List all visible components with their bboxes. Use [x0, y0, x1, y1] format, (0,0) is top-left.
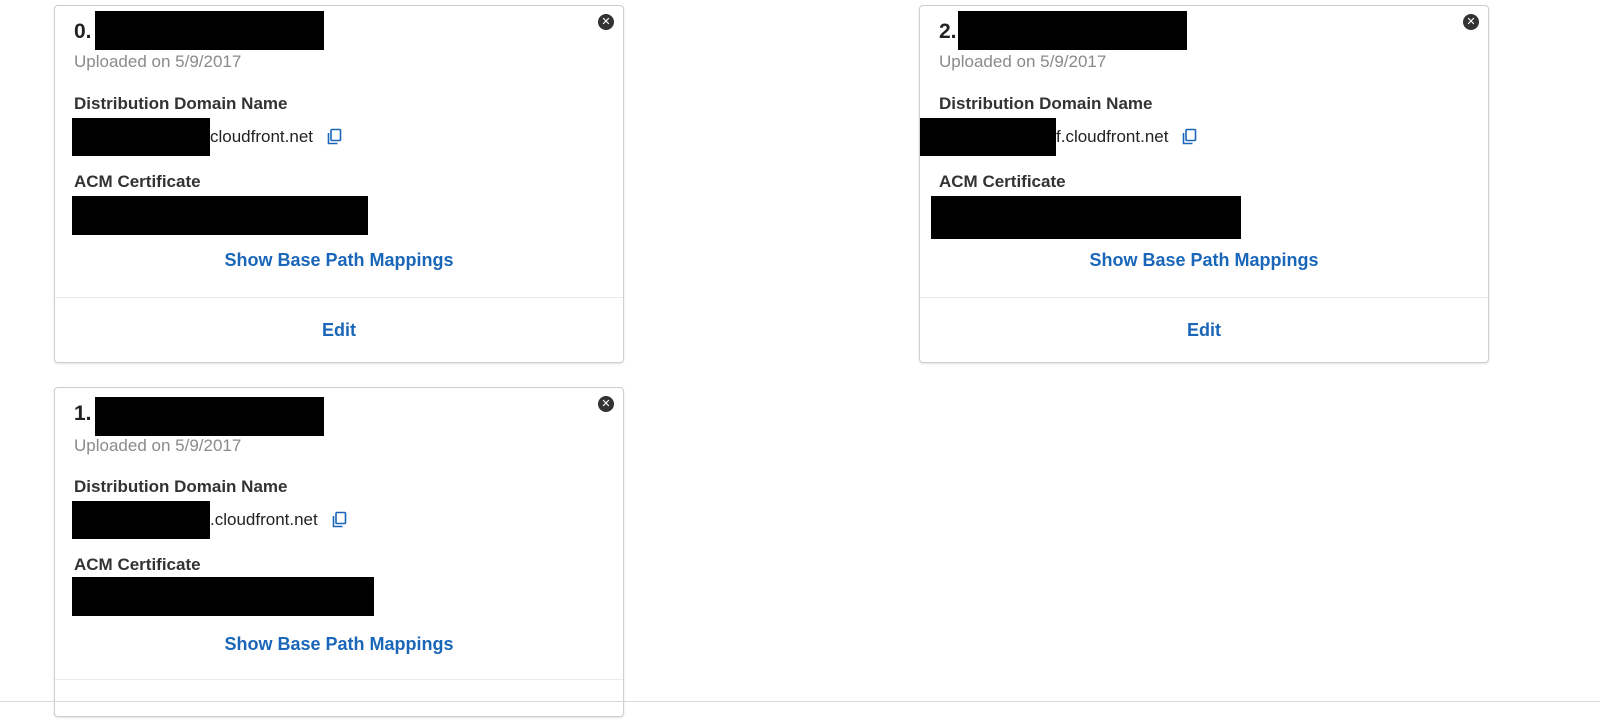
edit-button[interactable]: Edit [322, 320, 356, 341]
distribution-domain-value: cloudfront.net [72, 118, 343, 156]
domain-card: ✕ 2. Uploaded on 5/9/2017 Distribution D… [919, 5, 1489, 363]
uploaded-date: Uploaded on 5/9/2017 [74, 436, 242, 455]
distribution-domain-value: .cloudfront.net [72, 501, 348, 539]
copy-icon[interactable] [330, 511, 348, 529]
distribution-domain-label: Distribution Domain Name [74, 94, 288, 113]
uploaded-date: Uploaded on 5/9/2017 [74, 52, 242, 71]
redacted-distribution-prefix [920, 118, 1056, 156]
redacted-acm-certificate [72, 196, 368, 235]
distribution-domain-suffix: .cloudfront.net [210, 510, 318, 529]
card-footer [55, 679, 623, 716]
acm-certificate-label: ACM Certificate [939, 172, 1066, 191]
domain-index: 0. [74, 20, 92, 43]
close-icon[interactable]: ✕ [598, 14, 614, 30]
redacted-distribution-prefix [72, 118, 210, 156]
close-icon[interactable]: ✕ [1463, 14, 1479, 30]
redacted-acm-certificate [931, 196, 1241, 239]
show-base-path-mappings-link[interactable]: Show Base Path Mappings [1089, 250, 1318, 270]
close-icon[interactable]: ✕ [598, 396, 614, 412]
domain-name-title: 2. [939, 20, 957, 44]
distribution-domain-label: Distribution Domain Name [939, 94, 1153, 113]
domain-card-body: ✕ 1. Uploaded on 5/9/2017 Distribution D… [55, 388, 623, 679]
redacted-domain-name [958, 11, 1187, 50]
card-footer: Edit [920, 297, 1488, 362]
show-base-path-mappings-link[interactable]: Show Base Path Mappings [224, 250, 453, 270]
card-footer: Edit [55, 297, 623, 362]
redacted-domain-name [95, 11, 324, 50]
show-base-path-mappings-link[interactable]: Show Base Path Mappings [224, 634, 453, 654]
redacted-domain-name [95, 397, 324, 436]
domain-card-body: ✕ 2. Uploaded on 5/9/2017 Distribution D… [920, 6, 1488, 297]
edit-button[interactable]: Edit [1187, 320, 1221, 341]
acm-certificate-label: ACM Certificate [74, 555, 201, 574]
domain-card-body: ✕ 0. Uploaded on 5/9/2017 Distribution D… [55, 6, 623, 297]
distribution-domain-label: Distribution Domain Name [74, 477, 288, 496]
uploaded-date: Uploaded on 5/9/2017 [939, 52, 1107, 71]
copy-icon[interactable] [325, 128, 343, 146]
redacted-acm-certificate [72, 577, 374, 616]
domain-name-title: 1. [74, 402, 92, 426]
domain-card: ✕ 1. Uploaded on 5/9/2017 Distribution D… [54, 387, 624, 717]
domain-name-title: 0. [74, 20, 92, 44]
copy-icon[interactable] [1180, 128, 1198, 146]
domain-card: ✕ 0. Uploaded on 5/9/2017 Distribution D… [54, 5, 624, 363]
redacted-distribution-prefix [72, 501, 210, 539]
distribution-domain-suffix: cloudfront.net [210, 127, 314, 146]
distribution-domain-suffix: f.cloudfront.net [1056, 127, 1169, 146]
page-divider [0, 701, 1600, 702]
distribution-domain-value: f.cloudfront.net [920, 118, 1198, 156]
domain-index: 1. [74, 402, 92, 425]
custom-domain-names-panel: ✕ 0. Uploaded on 5/9/2017 Distribution D… [0, 0, 1600, 728]
domain-index: 2. [939, 20, 957, 43]
acm-certificate-label: ACM Certificate [74, 172, 201, 191]
